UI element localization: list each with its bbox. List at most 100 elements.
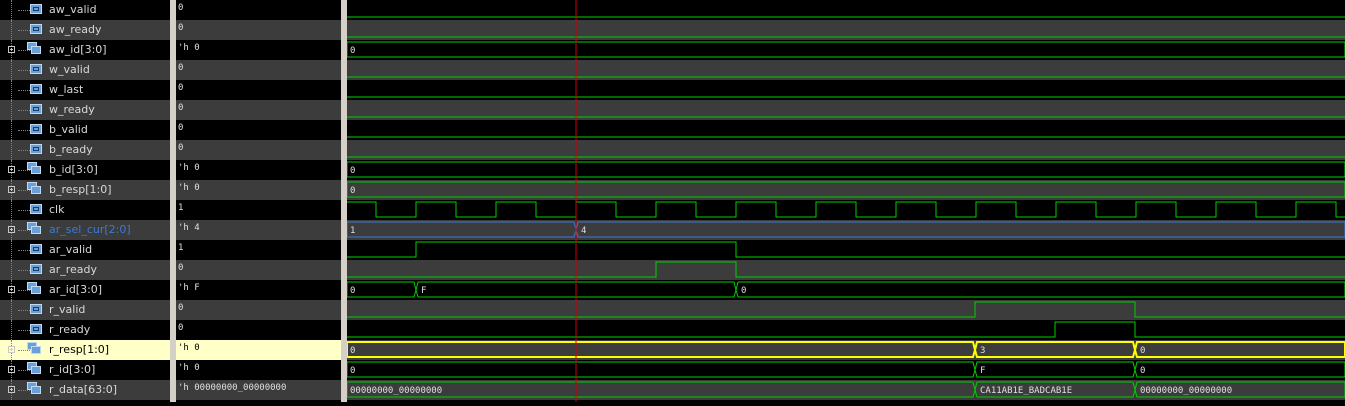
signal-value: 0: [178, 323, 184, 333]
signal-row-r-data[interactable]: r_data[63:0]: [0, 380, 170, 400]
value-row-r-valid[interactable]: 0: [176, 300, 341, 320]
signal-row-r-ready[interactable]: r_ready: [0, 320, 170, 340]
signal-icon: [30, 144, 42, 154]
bus-signal-icon: [27, 382, 41, 394]
expand-icon[interactable]: [8, 286, 15, 293]
bus-signal-icon: [27, 42, 41, 54]
signal-row-w-ready[interactable]: w_ready: [0, 100, 170, 120]
signal-icon: [30, 304, 42, 314]
tree-line: [11, 140, 12, 160]
value-row-ar-id[interactable]: 'h F: [176, 280, 341, 300]
signal-row-w-last[interactable]: w_last: [0, 80, 170, 100]
signal-row-r-valid[interactable]: r_valid: [0, 300, 170, 320]
signal-row-r-resp[interactable]: r_resp[1:0]: [0, 340, 170, 360]
value-row-ar-ready[interactable]: 0: [176, 260, 341, 280]
value-row-clk[interactable]: 1: [176, 200, 341, 220]
signal-name: w_ready: [49, 103, 95, 116]
signal-name: clk: [49, 203, 65, 216]
value-row-r-id[interactable]: 'h 0: [176, 360, 341, 380]
value-row-aw-ready[interactable]: 0: [176, 20, 341, 40]
expand-icon[interactable]: [8, 46, 15, 53]
signal-name: aw_valid: [49, 3, 97, 16]
tree-line: [18, 90, 30, 91]
signal-value: 'h F: [178, 283, 200, 293]
signal-name: r_valid: [49, 303, 86, 316]
bus-signal-icon: [27, 162, 41, 174]
expand-icon[interactable]: [8, 366, 15, 373]
value-row-b-resp[interactable]: 'h 0: [176, 180, 341, 200]
signal-icon: [30, 104, 42, 114]
signal-row-r-id[interactable]: r_id[3:0]: [0, 360, 170, 380]
value-row-r-data[interactable]: 'h 00000000_00000000: [176, 380, 341, 400]
tree-line: [11, 200, 12, 220]
signal-icon: [30, 124, 42, 134]
signal-row-aw-ready[interactable]: aw_ready: [0, 20, 170, 40]
signal-name: b_id[3:0]: [49, 163, 98, 176]
signal-value: 'h 0: [178, 343, 200, 353]
tree-line: [18, 330, 30, 331]
signal-row-w-valid[interactable]: w_valid: [0, 60, 170, 80]
signal-icon: [30, 324, 42, 334]
value-row-b-valid[interactable]: 0: [176, 120, 341, 140]
bus-value-label: 00000000_00000000: [350, 386, 442, 396]
signal-value-pane: 0 0 'h 0 0 0 0 0 0 'h 0 'h 0 1 'h 4 1 0 'h F 0 0 'h 0 'h 0…: [176, 0, 341, 402]
bus-value-label: 0: [350, 46, 355, 56]
signal-row-aw-id[interactable]: aw_id[3:0]: [0, 40, 170, 60]
value-row-r-resp[interactable]: 'h 0: [176, 340, 341, 360]
signal-row-ar-valid[interactable]: ar_valid: [0, 240, 170, 260]
tree-line: [11, 240, 12, 260]
signal-name: aw_ready: [49, 23, 102, 36]
expand-icon[interactable]: [8, 386, 15, 393]
signal-value: 'h 0: [178, 363, 200, 373]
signal-row-aw-valid[interactable]: aw_valid: [0, 0, 170, 20]
signal-icon: [30, 64, 42, 74]
value-row-ar-sel-cur[interactable]: 'h 4: [176, 220, 341, 240]
signal-value: 'h 0: [178, 43, 200, 53]
bus-value-label: 0: [350, 366, 355, 376]
tree-line: [18, 210, 30, 211]
value-row-w-ready[interactable]: 0: [176, 100, 341, 120]
waveform-pane[interactable]: 0 0 0 1 4 0 F 0 0 3 0 0 F 0 00000000_00000000 CA11AB1E_…: [346, 0, 1345, 402]
expand-icon[interactable]: [8, 186, 15, 193]
signal-name: b_ready: [49, 143, 93, 156]
tree-line: [18, 150, 30, 151]
signal-name: aw_id[3:0]: [49, 43, 107, 56]
waveform-canvas[interactable]: 0 0 0 1 4 0 F 0 0 3 0 0 F 0 00000000_00000000 CA11AB1E_…: [346, 0, 1345, 402]
value-row-ar-valid[interactable]: 1: [176, 240, 341, 260]
signal-row-ar-ready[interactable]: ar_ready: [0, 260, 170, 280]
signal-row-b-valid[interactable]: b_valid: [0, 120, 170, 140]
tree-line: [11, 0, 12, 20]
signal-value: 0: [178, 123, 184, 133]
bus-value-label: 4: [581, 226, 586, 236]
signal-row-ar-sel-cur[interactable]: ar_sel_cur[2:0]: [0, 220, 170, 240]
expand-icon[interactable]: [8, 166, 15, 173]
value-row-w-last[interactable]: 0: [176, 80, 341, 100]
expand-icon[interactable]: [8, 226, 15, 233]
signal-name: w_last: [49, 83, 84, 96]
bus-value-label: 00000000_00000000: [1140, 386, 1232, 396]
signal-row-b-id[interactable]: b_id[3:0]: [0, 160, 170, 180]
bus-value-label: 3: [980, 346, 985, 356]
signal-icon: [30, 84, 42, 94]
signal-value: 0: [178, 83, 184, 93]
signal-value: 'h 0: [178, 183, 200, 193]
expand-icon[interactable]: [8, 346, 15, 353]
signal-row-b-ready[interactable]: b_ready: [0, 140, 170, 160]
signal-icon: [30, 204, 42, 214]
signal-icon: [30, 264, 42, 274]
signal-row-b-resp[interactable]: b_resp[1:0]: [0, 180, 170, 200]
value-row-b-id[interactable]: 'h 0: [176, 160, 341, 180]
value-row-w-valid[interactable]: 0: [176, 60, 341, 80]
tree-line: [18, 310, 30, 311]
value-row-aw-id[interactable]: 'h 0: [176, 40, 341, 60]
signal-row-clk[interactable]: clk: [0, 200, 170, 220]
signal-name: ar_sel_cur[2:0]: [49, 223, 131, 236]
value-row-b-ready[interactable]: 0: [176, 140, 341, 160]
value-row-r-ready[interactable]: 0: [176, 320, 341, 340]
value-row-aw-valid[interactable]: 0: [176, 0, 341, 20]
bus-value-label: CA11AB1E_BADCAB1E: [980, 386, 1072, 396]
tree-line: [11, 320, 12, 340]
bus-value-label: F: [980, 366, 985, 376]
signal-row-ar-id[interactable]: ar_id[3:0]: [0, 280, 170, 300]
tree-line: [18, 10, 30, 11]
